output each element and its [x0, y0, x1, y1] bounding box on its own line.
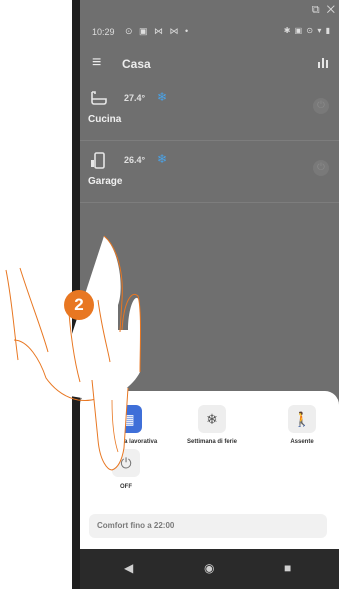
step-number-badge: 2 — [64, 290, 94, 320]
pointing-hand-illustration — [0, 235, 141, 471]
